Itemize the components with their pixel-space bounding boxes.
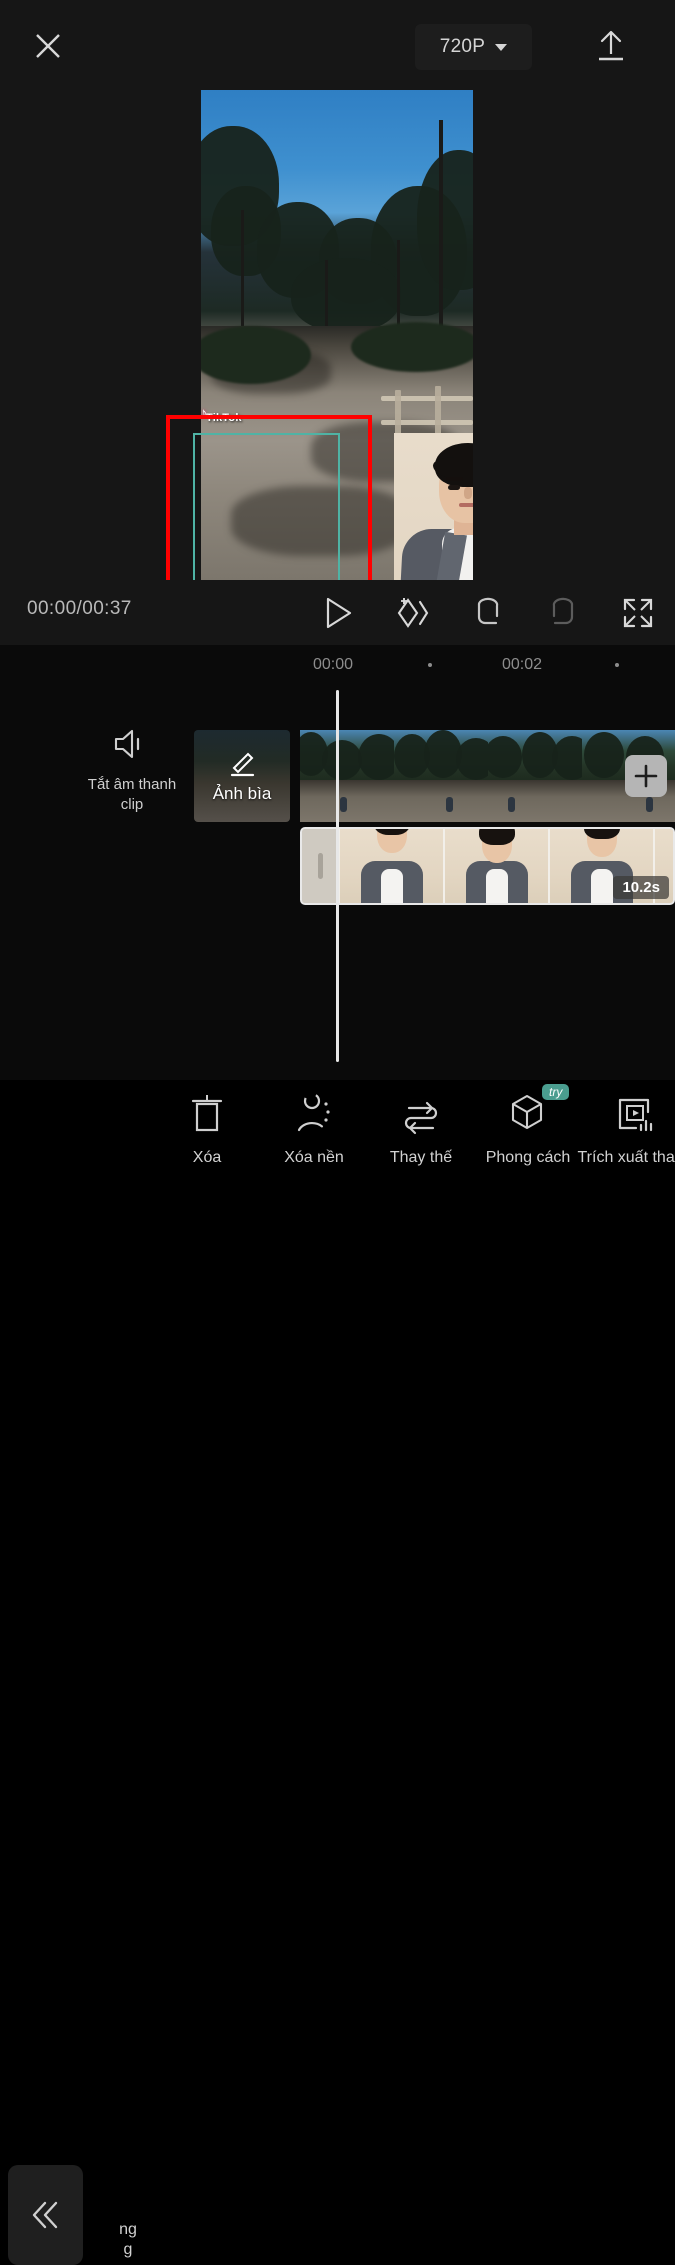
tool-replace[interactable]: Thay thế <box>366 1088 476 1200</box>
partial-tool-label-line2: g <box>123 2241 133 2258</box>
video-preview-area[interactable]: ♪ TikTok <box>0 90 675 580</box>
tool-style-label: Phong cách <box>485 1149 571 1166</box>
fullscreen-button[interactable] <box>613 588 663 638</box>
track-thumbnail[interactable] <box>488 730 582 822</box>
clip-duration-badge: 10.2s <box>613 876 669 899</box>
mute-clip-label: Tắt âm thanh clip <box>87 776 177 813</box>
add-keyframe-button[interactable] <box>388 588 438 638</box>
tool-style[interactable]: try Phong cách <box>473 1084 583 1200</box>
partial-tool-label: ng g <box>98 2220 158 2260</box>
cover-image-button[interactable]: Ảnh bìa <box>194 730 290 822</box>
tool-remove-background-label: Xóa nền <box>284 1149 344 1166</box>
close-icon <box>36 34 60 58</box>
main-video-track[interactable] <box>300 730 675 822</box>
cube-style-icon <box>511 1094 543 1130</box>
speaker-mute-icon <box>114 729 140 759</box>
replace-icon <box>404 1101 438 1135</box>
ruler-dot <box>428 663 432 667</box>
try-badge: try <box>542 1084 570 1100</box>
video-editor-screen: 720P ♪ TikTok 00:00/00:37 00:00 00:02 Tắ… <box>0 0 675 2265</box>
collapse-toolbar-button[interactable] <box>8 2165 83 2265</box>
fullscreen-icon <box>623 598 653 628</box>
redo-icon <box>552 597 574 625</box>
add-keyframe-icon <box>397 598 429 628</box>
undo-icon <box>477 597 499 625</box>
trash-icon <box>191 1095 223 1132</box>
tool-extract-audio-label: Trích xuất thanh <box>577 1149 675 1166</box>
extract-audio-icon <box>618 1098 653 1132</box>
tree-layer <box>201 90 473 350</box>
overlay-person-clip <box>394 433 473 580</box>
bottom-toolbar[interactable]: ng g Xóa Xóa nền Thay thế try Phong cách… <box>0 1080 675 2265</box>
clip-frame <box>338 829 443 903</box>
time-ruler[interactable]: 00:00 00:02 <box>0 645 675 690</box>
resolution-value: 720P <box>439 36 486 57</box>
resolution-selector[interactable]: 720P <box>415 24 532 70</box>
ruler-tick: 00:00 <box>313 656 354 673</box>
clip-frame <box>443 829 548 903</box>
selected-overlay-clip[interactable]: 10.2s <box>300 827 675 905</box>
ruler-tick: 00:02 <box>502 656 543 673</box>
add-clip-button[interactable] <box>625 755 667 797</box>
remove-background-icon <box>297 1092 330 1132</box>
plus-icon <box>634 764 658 788</box>
pencil-icon <box>230 752 255 777</box>
export-button[interactable] <box>588 22 634 70</box>
timeline-area[interactable]: 00:00 00:02 Tắt âm thanh clip Ảnh bìa 10… <box>0 645 675 1080</box>
track-thumbnail[interactable] <box>300 730 394 822</box>
upload-icon <box>599 30 623 61</box>
cover-image-label: Ảnh bìa <box>212 784 272 803</box>
playhead[interactable] <box>336 690 339 1062</box>
tool-extract-audio[interactable]: Trích xuất thanh <box>577 1088 675 1200</box>
playback-bar: 00:00/00:37 <box>0 580 675 645</box>
close-button[interactable] <box>26 24 70 68</box>
tool-delete-label: Xóa <box>192 1149 222 1166</box>
double-chevron-left-icon <box>32 2201 57 2229</box>
top-bar: 720P <box>0 0 675 90</box>
chevron-down-icon <box>495 43 508 51</box>
play-icon <box>326 597 352 629</box>
partial-tool-label-line1: ng <box>119 2221 137 2238</box>
mute-clip-audio-button[interactable]: Tắt âm thanh clip <box>80 727 184 837</box>
ruler-dot <box>615 663 619 667</box>
play-button[interactable] <box>313 588 363 638</box>
tool-replace-label: Thay thế <box>389 1149 453 1166</box>
trim-handle-left[interactable] <box>302 829 338 903</box>
redo-button[interactable] <box>538 588 588 638</box>
track-thumbnail[interactable] <box>394 730 488 822</box>
annotation-highlight-box <box>166 415 372 580</box>
time-display: 00:00/00:37 <box>27 598 132 619</box>
tool-remove-background[interactable]: Xóa nền <box>259 1088 369 1200</box>
undo-button[interactable] <box>463 588 513 638</box>
tool-delete[interactable]: Xóa <box>152 1088 262 1200</box>
